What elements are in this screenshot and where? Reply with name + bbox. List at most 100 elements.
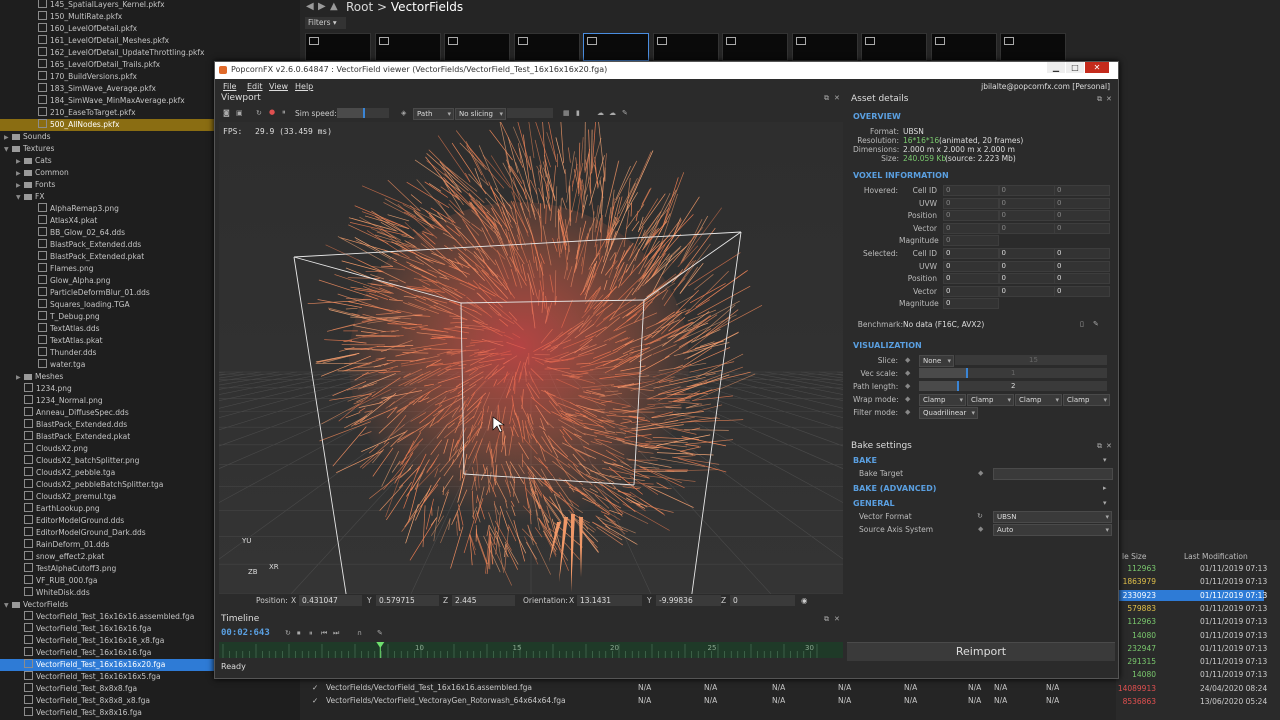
voxel-value-field[interactable]: 0 [1054,273,1110,285]
cloud-upload-icon[interactable]: ☁ [597,109,604,117]
voxel-value-field[interactable]: 0 [998,273,1055,285]
timeline-track[interactable]: 10 15 20 25 30 [219,642,843,658]
title-bar[interactable]: PopcornFX v2.6.0.64847 : VectorField vie… [215,62,1118,79]
timeline-float-icon[interactable]: ⧉ [824,615,829,624]
file-path-cell[interactable]: VectorFields/VectorField_Test_16x16x16.a… [326,683,532,692]
battery-icon[interactable]: ▮ [576,109,580,117]
file-path-cell[interactable]: VectorFields/VectorField_VectorayGen_Rot… [326,696,566,705]
asset-thumbnail[interactable] [722,33,788,61]
menu-edit[interactable]: Edit [247,82,263,91]
bake-target-field[interactable] [993,468,1113,480]
voxel-value-field[interactable]: 0 [998,210,1055,222]
breadcrumb-root[interactable]: Root [346,0,373,14]
voxel-value-field[interactable]: 0 [943,185,999,196]
step-back-icon[interactable]: ⏮ [321,629,327,638]
vector-format-combo[interactable]: UBSN [993,511,1112,523]
asset-thumbnail[interactable] [791,33,858,61]
asset-thumbnail[interactable] [305,33,371,61]
voxel-value-field[interactable]: 0 [1054,285,1110,297]
bake-advanced-expand-icon[interactable]: ▸ [1103,484,1107,492]
path-combo[interactable]: Path [413,108,454,120]
menu-help[interactable]: Help [295,82,313,91]
voxel-value-field[interactable]: 0 [943,235,999,247]
voxel-value-field[interactable]: 0 [943,298,999,310]
voxel-value-field[interactable]: 0 [998,185,1055,196]
close-panel-icon[interactable]: ✕ [834,94,840,102]
bake-close-icon[interactable]: ✕ [1106,442,1112,450]
overview-header[interactable]: OVERVIEW [853,112,901,121]
eye-icon[interactable]: ◉ [801,596,808,605]
bake-header[interactable]: BAKE [853,456,877,465]
pos-y-field[interactable]: 0.579715 [376,595,439,606]
wrap-mode-y-combo[interactable]: Clamp [967,394,1014,406]
visualization-header[interactable]: VISUALIZATION [853,341,922,350]
camera-icon[interactable]: ◙ [223,109,230,117]
wrench-icon[interactable]: ✎ [622,109,628,117]
maximize-icon[interactable]: □ [1066,62,1084,73]
voxel-value-field[interactable]: 0 [998,285,1055,297]
stop-icon[interactable]: ⏹ [297,629,301,638]
row-check-icon[interactable]: ✓ [312,683,318,692]
filters-dropdown[interactable]: Filters ▾ [305,17,346,29]
voxel-value-field[interactable]: 0 [998,248,1055,259]
tree-file[interactable]: VectorField_Test_8x8x8.fga [0,683,300,695]
breadcrumb-current[interactable]: VectorFields [391,0,463,14]
voxel-value-field[interactable]: 0 [998,197,1055,209]
minimize-icon[interactable]: ▁ [1047,62,1065,73]
vec-scale-slider[interactable]: 1 [919,368,1107,378]
tree-file[interactable]: VectorField_Test_8x8x16.fga [0,707,300,719]
viewport-canvas[interactable]: FPS: 29.9 (33.459 ms) YU ZB XR [219,122,843,594]
voxel-value-field[interactable]: 0 [943,273,999,285]
benchmark-settings-icon[interactable]: ✎ [1093,320,1099,328]
asset-thumbnail[interactable] [444,33,510,61]
ori-z-field[interactable]: 0 [730,595,795,606]
bake-collapse-icon[interactable]: ▾ [1103,456,1107,464]
tree-file[interactable]: VectorField_Test_8x8x8_x8.fga [0,695,300,707]
voxel-value-field[interactable]: 0 [998,260,1055,272]
col-size-header[interactable]: le Size [1122,552,1146,561]
voxel-value-field[interactable]: 0 [1054,222,1110,234]
tree-file[interactable]: 162_LevelOfDetail_UpdateThrottling.pkfx [0,47,300,59]
record-icon[interactable]: ● [269,108,275,116]
asset-thumbnail[interactable] [583,33,649,61]
voxel-info-header[interactable]: VOXEL INFORMATION [853,171,949,180]
reimport-button[interactable]: Reimport [847,642,1115,661]
wrap-mode-x-combo[interactable]: Clamp [919,394,966,406]
asset-thumbnail[interactable] [513,33,580,61]
tree-file[interactable]: 145_SpatialLayers_Kernel.pkfx [0,0,300,11]
sim-speed-slider[interactable] [337,108,389,118]
voxel-value-field[interactable]: 0 [1054,197,1110,209]
voxel-value-field[interactable]: 0 [1054,185,1110,196]
float-icon[interactable]: ⧉ [824,94,829,103]
up-icon[interactable]: ▲ [330,1,338,12]
path-length-slider[interactable]: 2 [919,381,1107,391]
source-axis-combo[interactable]: Auto [993,524,1112,536]
tree-file[interactable]: 150_MultiRate.pkfx [0,11,300,23]
slice-slider[interactable] [507,108,553,118]
pause-icon[interactable]: ⏸ [282,108,286,117]
restart-icon[interactable]: ↻ [256,109,262,117]
general-header[interactable]: GENERAL [853,499,895,508]
filter-mode-combo[interactable]: Quadrilinear [919,407,978,419]
film-icon[interactable]: ▣ [236,109,243,117]
forward-icon[interactable]: ▶ [318,1,326,12]
step-forward-icon[interactable]: ⏭ [333,629,339,638]
wrap-mode-w-combo[interactable]: Clamp [1063,394,1110,406]
tree-file[interactable]: 160_LevelOfDetail.pkfx [0,23,300,35]
voxel-value-field[interactable]: 0 [943,197,999,209]
magnet-icon[interactable]: ∩ [357,629,362,637]
ori-x-field[interactable]: 13.1431 [577,595,642,606]
bake-float-icon[interactable]: ⧉ [1097,442,1102,451]
ori-y-field[interactable]: -9.99836 [656,595,721,606]
pos-x-field[interactable]: 0.431047 [299,595,362,606]
col-modified-header[interactable]: Last Modification [1184,552,1248,561]
loop-icon[interactable]: ↻ [285,629,291,637]
asset-thumbnail[interactable] [930,33,997,61]
voxel-value-field[interactable]: 0 [1054,248,1110,259]
timeline-wrench-icon[interactable]: ✎ [377,629,383,637]
row-check-icon[interactable]: ✓ [312,696,318,705]
back-icon[interactable]: ◀ [306,1,314,12]
voxel-value-field[interactable]: 0 [943,285,999,297]
asset-thumbnail[interactable] [1000,33,1066,61]
close-icon[interactable]: ✕ [1085,62,1109,73]
